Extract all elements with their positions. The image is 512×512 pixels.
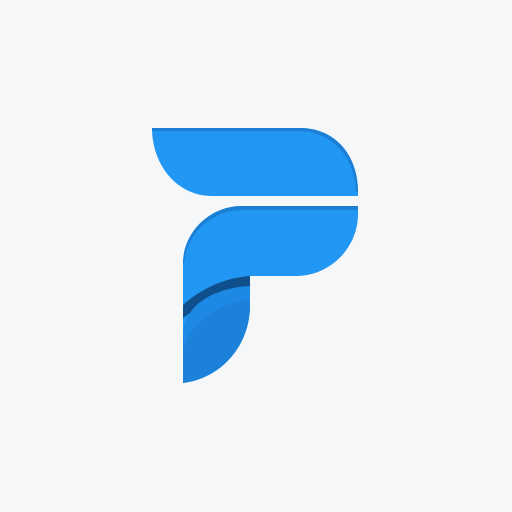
letter-f-logo-icon (152, 128, 358, 383)
app-icon-canvas (0, 0, 512, 512)
